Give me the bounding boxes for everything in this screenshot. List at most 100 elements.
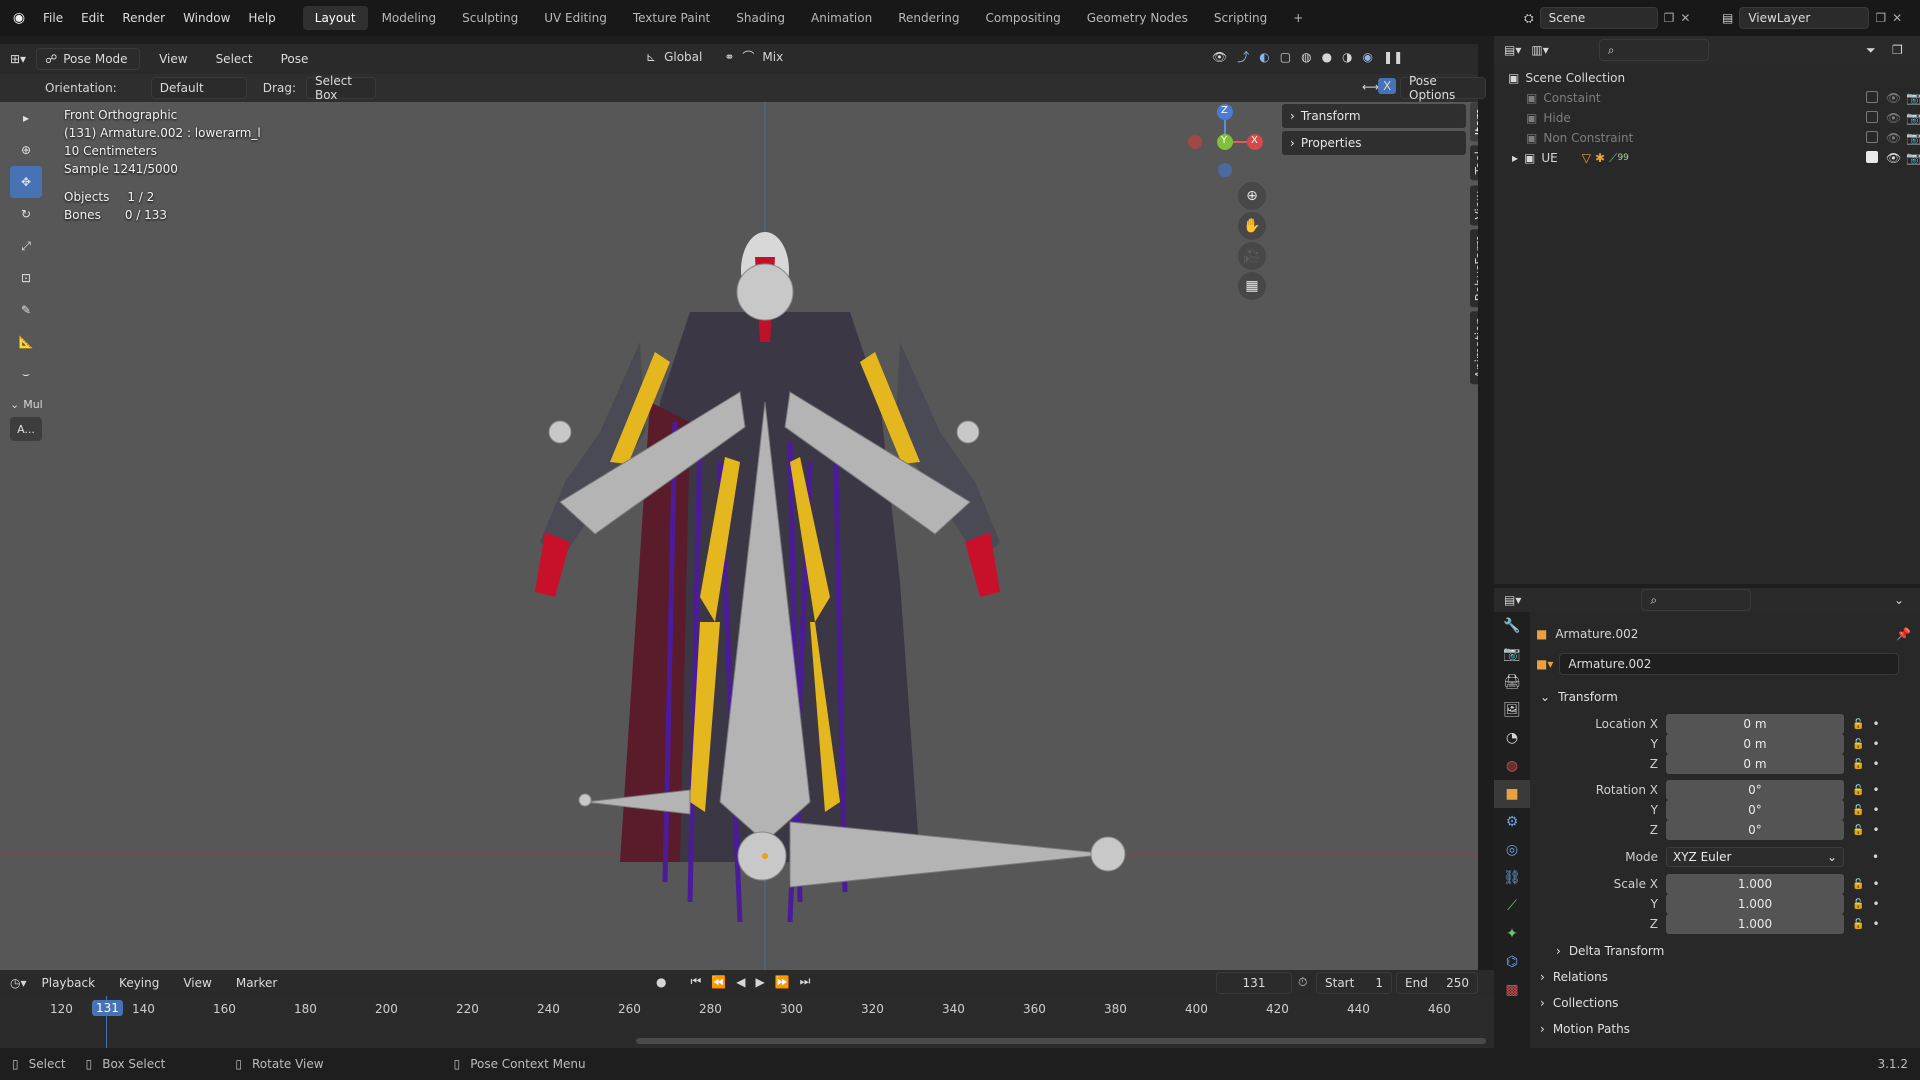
tab-geometry-nodes[interactable]: Geometry Nodes [1075, 6, 1200, 30]
outliner-row-ue[interactable]: ▸ ▣ UE ▽ ✱ ⟋ 99 👁 📷 [1508, 148, 1920, 168]
menu-help[interactable]: Help [239, 11, 284, 25]
scale-x-field[interactable]: 1.000 [1666, 874, 1844, 894]
world-properties-icon[interactable]: ◍ [1494, 752, 1530, 780]
pin-icon[interactable]: 📌 [1896, 627, 1911, 641]
exclude-checkbox[interactable] [1866, 90, 1878, 106]
xray-icon[interactable]: ▢ [1280, 50, 1291, 64]
clock-icon[interactable]: ⏱ [1298, 975, 1307, 990]
keyframe-dot-icon[interactable]: • [1872, 877, 1879, 891]
rotate-tool[interactable]: ↻ [10, 198, 42, 230]
proportional-dropdown[interactable]: Mix [762, 50, 783, 64]
play-reverse-icon[interactable]: ◀ [736, 975, 745, 989]
outliner-search[interactable]: ⌕ [1598, 39, 1709, 61]
lock-icon[interactable]: 🔓 [1852, 879, 1864, 890]
visibility-icon[interactable]: 👁 [1212, 50, 1227, 64]
lock-icon[interactable]: 🔓 [1852, 825, 1864, 836]
scale-tool[interactable]: ⤢ [10, 230, 42, 262]
tab-compositing[interactable]: Compositing [973, 6, 1072, 30]
current-frame-field[interactable]: 131 [1216, 972, 1292, 994]
viewport-menu-select[interactable]: Select [207, 52, 262, 66]
timeline-menu-view[interactable]: View [174, 976, 220, 990]
object-properties-icon[interactable]: ■ [1494, 780, 1530, 808]
new-collection-icon[interactable]: ❐ [1892, 43, 1903, 57]
annotate-tool[interactable]: ✎ [10, 294, 42, 326]
properties-search[interactable]: ⌕ [1641, 589, 1752, 611]
sidebar-tab-tool[interactable]: Tool [1470, 145, 1478, 181]
delete-viewlayer-icon[interactable]: ✕ [1892, 11, 1902, 25]
tab-animation[interactable]: Animation [799, 6, 884, 30]
viewport-menu-view[interactable]: View [150, 52, 196, 66]
tool-group-header[interactable]: ⌄ Mul [10, 398, 46, 411]
transform-tool[interactable]: ⊡ [10, 262, 42, 294]
solid-shading-icon[interactable]: ● [1322, 50, 1332, 64]
prev-keyframe-icon[interactable]: ⏪ [711, 975, 726, 989]
outliner-row-hide[interactable]: ▣ Hide 👁 📷 [1508, 108, 1920, 128]
move-tool[interactable]: ✥ [10, 166, 42, 198]
mode-dropdown[interactable]: ☍ Pose Mode [36, 48, 141, 70]
overlay-toggle-icon[interactable]: ◐ [1259, 50, 1269, 64]
rotation-z-field[interactable]: 0° [1666, 820, 1844, 840]
eye-icon[interactable]: 👁 [1886, 131, 1901, 145]
properties-editor-icon[interactable]: ▤▾ [1504, 593, 1521, 607]
object-type-icon[interactable]: ■▾ [1536, 657, 1553, 671]
material-shading-icon[interactable]: ◑ [1342, 50, 1352, 64]
camera-icon[interactable]: 📷 [1906, 131, 1920, 145]
keyframe-dot-icon[interactable]: • [1872, 757, 1879, 771]
start-frame-field[interactable]: Start 1 [1316, 972, 1392, 994]
camera-icon[interactable]: 📷 [1906, 91, 1920, 105]
tab-uv-editing[interactable]: UV Editing [532, 6, 619, 30]
scene-properties-icon[interactable]: ◔ [1494, 724, 1530, 752]
snap-icon[interactable]: ⌒ [742, 48, 754, 65]
keyframe-dot-icon[interactable]: • [1872, 783, 1879, 797]
zoom-icon[interactable]: ⊕ [1238, 182, 1266, 210]
lock-icon[interactable]: 🔓 [1852, 739, 1864, 750]
lock-icon[interactable]: 🔓 [1852, 899, 1864, 910]
tool-group-button[interactable]: A... [10, 417, 42, 441]
transform-space-dropdown[interactable]: Global [664, 50, 702, 64]
timeline-scrollbar[interactable] [636, 1038, 1486, 1044]
eye-icon[interactable]: 👁 [1886, 111, 1901, 125]
expand-arrow-icon[interactable]: ▸ [1512, 151, 1518, 165]
tab-sculpting[interactable]: Sculpting [450, 6, 530, 30]
timeline-menu-keying[interactable]: Keying [110, 976, 168, 990]
sidebar-tab-animation[interactable]: Animation [1470, 311, 1478, 385]
eye-icon[interactable]: 👁 [1886, 91, 1901, 105]
bone-properties-icon[interactable]: ✦ [1494, 920, 1530, 948]
navigation-gizmo[interactable]: Z X Y [1180, 102, 1270, 192]
location-y-field[interactable]: 0 m [1666, 734, 1844, 754]
sidebar-tab-view[interactable]: View [1470, 184, 1478, 226]
options-chevron-icon[interactable]: ⌄ [1894, 593, 1904, 607]
3d-viewport[interactable]: Front Orthographic (131) Armature.002 : … [0, 102, 1478, 970]
timeline-menu-playback[interactable]: Playback [33, 976, 105, 990]
location-z-field[interactable]: 0 m [1666, 754, 1844, 774]
pivot-icon[interactable]: ⚭ [724, 50, 734, 64]
rendered-shading-icon[interactable]: ◉ [1363, 50, 1373, 64]
tab-modeling[interactable]: Modeling [370, 6, 449, 30]
cursor-tool[interactable]: ⊕ [10, 134, 42, 166]
timeline-menu-marker[interactable]: Marker [227, 976, 286, 990]
viewlayer-field[interactable]: ViewLayer [1739, 7, 1870, 29]
pose-options-dropdown[interactable]: Pose Options [1400, 74, 1486, 102]
menu-window[interactable]: Window [174, 11, 239, 25]
delete-scene-icon[interactable]: ✕ [1680, 11, 1690, 25]
select-box-tool[interactable]: ▸ [10, 102, 42, 134]
outliner-editor-icon[interactable]: ▤▾ [1504, 43, 1521, 57]
view-layer-icon[interactable]: 🖼 [1494, 696, 1530, 724]
drag-dropdown[interactable]: Select Box [305, 74, 376, 102]
scene-field[interactable]: Scene [1539, 7, 1658, 29]
add-workspace-button[interactable]: + [1281, 6, 1315, 30]
viewport-menu-pose[interactable]: Pose [272, 52, 318, 66]
tab-rendering[interactable]: Rendering [886, 6, 971, 30]
filter-icon[interactable]: ⏷ [1866, 43, 1876, 58]
menu-edit[interactable]: Edit [72, 11, 113, 25]
transform-section-header[interactable]: ⌄ Transform [1536, 684, 1920, 710]
tab-texture-paint[interactable]: Texture Paint [621, 6, 722, 30]
keyframe-dot-icon[interactable]: • [1872, 717, 1879, 731]
texture-properties-icon[interactable]: ▩ [1494, 976, 1530, 1004]
exclude-checkbox[interactable] [1866, 110, 1878, 126]
scale-z-field[interactable]: 1.000 [1666, 914, 1844, 934]
object-data-armature-icon[interactable]: ⟋ [1494, 892, 1530, 920]
tool-properties-icon[interactable]: 🔧 [1494, 612, 1530, 640]
lock-icon[interactable]: 🔓 [1852, 805, 1864, 816]
viewlayer-icon[interactable]: ▤ [1722, 11, 1733, 25]
